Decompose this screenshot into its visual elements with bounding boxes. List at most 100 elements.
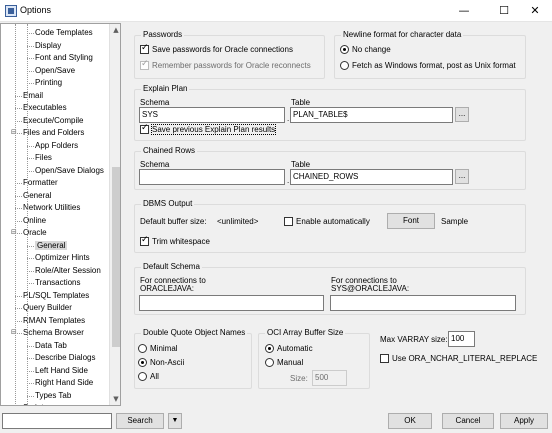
save-passwords-checkbox[interactable]	[140, 43, 149, 54]
tree-item[interactable]: Email	[23, 90, 43, 103]
tree-item[interactable]: Query Builder	[23, 302, 72, 315]
all-radio[interactable]	[138, 372, 147, 381]
scroll-up-icon[interactable]: ▲	[110, 24, 120, 36]
tree-item[interactable]: Transactions	[35, 277, 81, 290]
tree-item-label: Formatter	[23, 178, 58, 187]
double-quote-legend: Double Quote Object Names	[141, 328, 248, 337]
tree-item[interactable]: Role/Alter Session	[35, 265, 101, 278]
search-input[interactable]	[2, 413, 112, 429]
explain-schema-input[interactable]: SYS	[139, 107, 285, 123]
tree-item[interactable]: General	[35, 240, 68, 253]
manual-label[interactable]: Manual	[277, 358, 303, 367]
tree-item[interactable]: Open/Save	[35, 65, 75, 78]
tree-scrollbar[interactable]: ▲ ▼	[109, 24, 120, 405]
enable-auto-label[interactable]: Enable automatically	[296, 217, 370, 226]
tree-item[interactable]: PL/SQL Templates	[23, 290, 89, 303]
tree-item[interactable]: App Folders	[35, 140, 78, 153]
chained-table-input[interactable]: CHAINED_ROWS	[290, 169, 453, 185]
no-change-radio[interactable]	[340, 45, 349, 54]
tree-item[interactable]: Left Hand Side	[35, 365, 88, 378]
tree-item[interactable]: Printing	[35, 77, 62, 90]
tree-item[interactable]: Open/Save Dialogs	[35, 165, 104, 178]
save-previous-label[interactable]: Save previous Explain Plan results	[150, 124, 277, 135]
tree-item[interactable]: Network Utilities	[23, 202, 80, 215]
window-title: Options	[20, 5, 52, 15]
no-change-label[interactable]: No change	[352, 45, 391, 54]
default-schema-left-input[interactable]	[139, 295, 324, 311]
tree-item-label: Display	[35, 40, 62, 50]
search-dropdown-icon[interactable]: ▼	[168, 413, 182, 429]
remember-passwords-label: Remember passwords for Oracle reconnects	[152, 61, 311, 70]
apply-button[interactable]: Apply	[500, 413, 548, 429]
non-ascii-radio[interactable]	[138, 358, 147, 367]
scroll-thumb[interactable]	[112, 167, 120, 347]
manual-radio[interactable]	[265, 358, 274, 367]
tree-item[interactable]: Executables	[23, 102, 67, 115]
trim-whitespace-label[interactable]: Trim whitespace	[152, 237, 210, 246]
chained-schema-label: Schema	[140, 160, 170, 169]
chained-schema-input[interactable]	[139, 169, 285, 185]
tree-item[interactable]: RMAN Templates	[23, 315, 85, 328]
tree-item[interactable]: Describe Dialogs	[35, 352, 95, 365]
ok-button[interactable]: OK	[388, 413, 432, 429]
automatic-label[interactable]: Automatic	[277, 344, 313, 353]
default-schema-legend: Default Schema	[141, 262, 202, 271]
all-label[interactable]: All	[150, 372, 159, 381]
tree-item-label: Types Tab	[35, 390, 72, 400]
fetch-windows-label[interactable]: Fetch as Windows format, post as Unix fo…	[352, 61, 516, 70]
explain-dot: .	[287, 114, 290, 123]
tree-item-label: Transactions	[35, 278, 81, 287]
newline-legend: Newline format for character data	[341, 30, 464, 39]
dbms-output-legend: DBMS Output	[141, 199, 195, 208]
max-varray-label: Max VARRAY size:	[380, 335, 448, 344]
tree-item[interactable]: Schema Browser	[23, 327, 84, 340]
save-previous-checkbox[interactable]	[140, 123, 149, 134]
tree-item[interactable]: Execute/Compile	[23, 115, 83, 128]
save-passwords-label[interactable]: Save passwords for Oracle connections	[152, 45, 293, 54]
minimize-button[interactable]: —	[446, 0, 482, 22]
tree-item-label: General	[35, 240, 68, 250]
tree-item[interactable]: Formatter	[23, 177, 58, 190]
tree-item[interactable]: Optimizer Hints	[35, 252, 90, 265]
tree-item[interactable]: Files and Folders	[23, 127, 84, 140]
chained-rows-legend: Chained Rows	[141, 146, 198, 155]
trim-whitespace-checkbox[interactable]	[140, 235, 149, 246]
nchar-literal-label[interactable]: Use ORA_NCHAR_LITERAL_REPLACE	[392, 354, 537, 363]
buffer-size-value: <unlimited>	[217, 217, 259, 226]
tree-item[interactable]: Data Tab	[35, 340, 67, 353]
tree-item[interactable]: Files	[35, 152, 52, 165]
minimal-label[interactable]: Minimal	[150, 344, 178, 353]
options-tree[interactable]: Code Templates Display Font and Styling Ope…	[0, 23, 121, 406]
tree-item[interactable]: Display	[35, 40, 61, 53]
tree-item-label: Open/Save	[35, 65, 76, 75]
oci-buffer-group: OCI Array Buffer Size Automatic Manual S…	[258, 328, 370, 389]
explain-table-label: Table	[291, 98, 311, 107]
tree-item[interactable]: Types Tab	[35, 390, 71, 403]
close-button[interactable]: ✕	[517, 0, 552, 22]
scroll-down-icon[interactable]: ▼	[110, 393, 120, 405]
tree-item[interactable]: Font and Styling	[35, 52, 93, 65]
tree-item-label: Font and Styling	[35, 53, 93, 62]
explain-table-browse-button[interactable]: ...	[455, 107, 469, 122]
font-button[interactable]: Font	[387, 213, 435, 229]
automatic-radio[interactable]	[265, 344, 274, 353]
explain-table-input[interactable]: PLAN_TABLE$	[290, 107, 453, 123]
cancel-button[interactable]: Cancel	[442, 413, 494, 429]
nchar-literal-checkbox[interactable]	[380, 354, 389, 363]
tree-item-label: Code Templates	[35, 28, 93, 37]
tree-item-label: Executables	[23, 103, 67, 112]
minimal-radio[interactable]	[138, 344, 147, 353]
default-schema-right-input[interactable]	[330, 295, 516, 311]
tree-item[interactable]: Code Templates	[35, 27, 93, 40]
tree-item-label: Role/Alter Session	[35, 265, 101, 275]
tree-item[interactable]: Right Hand Side	[35, 377, 93, 390]
search-button[interactable]: Search	[116, 413, 164, 429]
max-varray-input[interactable]: 100	[448, 331, 475, 347]
enable-auto-checkbox[interactable]	[284, 217, 293, 226]
tree-item-label: Schema Browser	[23, 328, 84, 337]
size-input: 500	[312, 370, 347, 386]
double-quote-group: Double Quote Object Names Minimal Non-As…	[134, 328, 252, 389]
non-ascii-label[interactable]: Non-Ascii	[150, 358, 184, 367]
fetch-windows-radio[interactable]	[340, 61, 349, 70]
chained-table-browse-button[interactable]: ...	[455, 169, 469, 184]
